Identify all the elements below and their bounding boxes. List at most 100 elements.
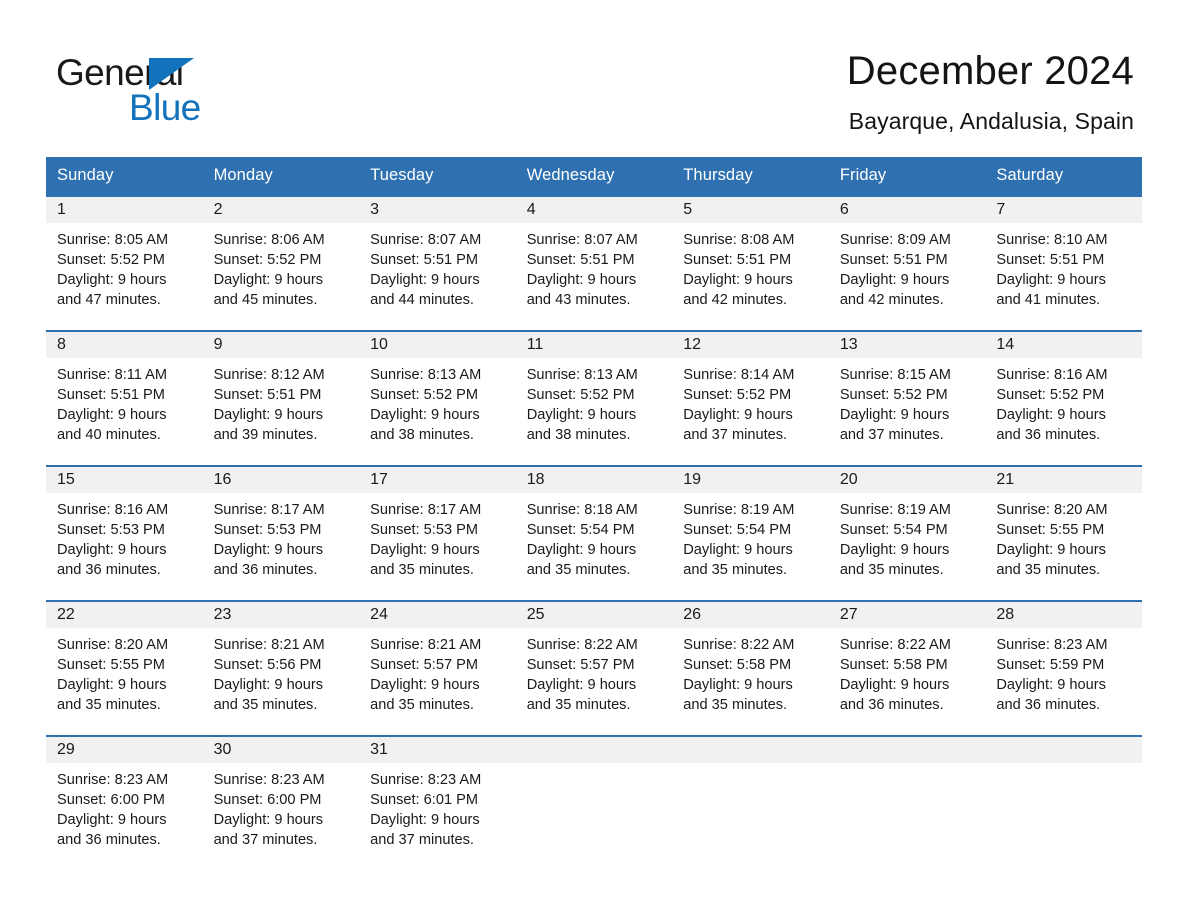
calendar-day-cell[interactable]: 25 Sunrise: 8:22 AM Sunset: 5:57 PM Dayligh… <box>515 600 673 736</box>
calendar-day-cell[interactable]: 20 Sunrise: 8:19 AM Sunset: 5:54 PM Dayligh… <box>828 465 986 601</box>
day-number: 1 <box>46 197 203 223</box>
sunset-text: Sunset: 5:56 PM <box>213 657 322 673</box>
calendar-day-cell[interactable]: 27 Sunrise: 8:22 AM Sunset: 5:58 PM Dayligh… <box>828 600 986 736</box>
calendar-day-cell[interactable]: 4 Sunrise: 8:07 AM Sunset: 5:51 PM Daylight… <box>515 195 673 331</box>
daylight-text-line1: Daylight: 9 hours <box>683 272 793 288</box>
calendar-day-cell[interactable]: 14 Sunrise: 8:16 AM Sunset: 5:52 PM Dayligh… <box>985 330 1142 466</box>
calendar-day-cell[interactable]: 1 Sunrise: 8:05 AM Sunset: 5:52 PM Daylight… <box>46 195 203 331</box>
sunrise-text: Sunrise: 8:22 AM <box>526 637 638 653</box>
daylight-text-line2: and 35 minutes. <box>370 697 474 713</box>
sunrise-text: Sunrise: 8:17 AM <box>213 502 325 518</box>
general-blue-logo[interactable]: General Blue <box>56 46 276 126</box>
calendar-day-cell-empty <box>515 735 673 866</box>
sunset-text: Sunset: 5:58 PM <box>683 657 792 673</box>
day-number: 2 <box>202 197 360 223</box>
daylight-text-line1: Daylight: 9 hours <box>526 677 637 693</box>
calendar-day-cell[interactable]: 29 Sunrise: 8:23 AM Sunset: 6:00 PM Dayligh… <box>46 735 203 866</box>
sunrise-text: Sunrise: 8:06 AM <box>213 232 325 248</box>
calendar-day-cell[interactable]: 15 Sunrise: 8:16 AM Sunset: 5:53 PM Dayligh… <box>46 465 203 601</box>
day-number <box>985 737 1142 763</box>
daylight-text-line1: Daylight: 9 hours <box>526 542 637 558</box>
sunset-text: Sunset: 5:51 PM <box>683 252 792 268</box>
daylight-text-line2: and 37 minutes. <box>683 427 788 443</box>
sunrise-text: Sunrise: 8:15 AM <box>839 367 951 383</box>
calendar-day-cell[interactable]: 13 Sunrise: 8:15 AM Sunset: 5:52 PM Dayligh… <box>828 330 986 466</box>
day-number <box>515 737 673 763</box>
daylight-text-line2: and 35 minutes. <box>683 562 788 578</box>
calendar-day-cell[interactable]: 16 Sunrise: 8:17 AM Sunset: 5:53 PM Dayligh… <box>202 465 360 601</box>
day-number: 15 <box>46 467 203 493</box>
calendar-day-cell[interactable]: 6 Sunrise: 8:09 AM Sunset: 5:51 PM Daylight… <box>828 195 986 331</box>
day-details: Sunrise: 8:20 AM Sunset: 5:55 PM Daylight:… <box>46 628 203 731</box>
calendar-day-cell[interactable]: 24 Sunrise: 8:21 AM Sunset: 5:57 PM Dayligh… <box>359 600 516 736</box>
day-details: Sunrise: 8:08 AM Sunset: 5:51 PM Daylight:… <box>672 223 829 326</box>
calendar-day-cell[interactable]: 30 Sunrise: 8:23 AM Sunset: 6:00 PM Dayligh… <box>202 735 360 866</box>
daylight-text-line2: and 37 minutes. <box>370 832 474 848</box>
calendar-week-row: 22 Sunrise: 8:20 AM Sunset: 5:55 PM Dayligh… <box>46 600 1142 736</box>
day-details: Sunrise: 8:06 AM Sunset: 5:52 PM Daylight:… <box>203 223 360 326</box>
calendar-header-row: Sunday Monday Tuesday Wednesday Thursday… <box>46 157 1142 196</box>
sunset-text: Sunset: 6:00 PM <box>213 792 322 808</box>
sunrise-text: Sunrise: 8:19 AM <box>683 502 795 518</box>
calendar-day-cell[interactable]: 26 Sunrise: 8:22 AM Sunset: 5:58 PM Dayligh… <box>672 600 829 736</box>
title-block: December 2024 Bayarque, Andalusia, Spain <box>847 46 1134 135</box>
daylight-text-line1: Daylight: 9 hours <box>213 272 324 288</box>
daylight-text-line1: Daylight: 9 hours <box>57 677 167 693</box>
calendar-day-cell[interactable]: 9 Sunrise: 8:12 AM Sunset: 5:51 PM Daylight… <box>202 330 360 466</box>
calendar-day-cell[interactable]: 21 Sunrise: 8:20 AM Sunset: 5:55 PM Dayligh… <box>985 465 1142 601</box>
calendar-day-cell[interactable]: 8 Sunrise: 8:11 AM Sunset: 5:51 PM Daylight… <box>46 330 203 466</box>
daylight-text-line2: and 42 minutes. <box>839 292 944 308</box>
day-details: Sunrise: 8:23 AM Sunset: 5:59 PM Daylight:… <box>985 628 1142 731</box>
day-details: Sunrise: 8:23 AM Sunset: 6:00 PM Daylight:… <box>46 763 203 866</box>
calendar-day-cell[interactable]: 7 Sunrise: 8:10 AM Sunset: 5:51 PM Daylight… <box>985 195 1142 331</box>
calendar-day-cell[interactable]: 19 Sunrise: 8:19 AM Sunset: 5:54 PM Dayligh… <box>672 465 829 601</box>
day-details: Sunrise: 8:09 AM Sunset: 5:51 PM Daylight:… <box>829 223 986 326</box>
sunrise-text: Sunrise: 8:13 AM <box>526 367 638 383</box>
day-number: 6 <box>828 197 986 223</box>
calendar-day-cell[interactable]: 2 Sunrise: 8:06 AM Sunset: 5:52 PM Daylight… <box>202 195 360 331</box>
calendar-page: General Blue December 2024 Bayarque, And… <box>0 0 1188 918</box>
daylight-text-line1: Daylight: 9 hours <box>370 407 480 423</box>
calendar-day-cell[interactable]: 10 Sunrise: 8:13 AM Sunset: 5:52 PM Dayligh… <box>359 330 516 466</box>
day-details: Sunrise: 8:23 AM Sunset: 6:00 PM Daylight:… <box>203 763 360 866</box>
sunset-text: Sunset: 5:54 PM <box>526 522 635 538</box>
calendar-day-cell[interactable]: 22 Sunrise: 8:20 AM Sunset: 5:55 PM Dayligh… <box>46 600 203 736</box>
sunrise-text: Sunrise: 8:21 AM <box>370 637 482 653</box>
daylight-text-line1: Daylight: 9 hours <box>996 677 1106 693</box>
calendar-day-cell[interactable]: 31 Sunrise: 8:23 AM Sunset: 6:01 PM Dayligh… <box>359 735 516 866</box>
sunset-text: Sunset: 6:00 PM <box>57 792 165 808</box>
daylight-text-line2: and 35 minutes. <box>526 697 631 713</box>
day-number: 9 <box>202 332 360 358</box>
calendar-day-cell[interactable]: 11 Sunrise: 8:13 AM Sunset: 5:52 PM Dayligh… <box>515 330 673 466</box>
day-number: 29 <box>46 737 203 763</box>
sunset-text: Sunset: 5:54 PM <box>683 522 792 538</box>
sunrise-text: Sunrise: 8:13 AM <box>370 367 482 383</box>
sunrise-text: Sunrise: 8:10 AM <box>996 232 1108 248</box>
sunrise-text: Sunrise: 8:05 AM <box>57 232 169 248</box>
day-details: Sunrise: 8:11 AM Sunset: 5:51 PM Daylight:… <box>46 358 203 461</box>
sunset-text: Sunset: 5:53 PM <box>213 522 322 538</box>
calendar-day-cell[interactable]: 17 Sunrise: 8:17 AM Sunset: 5:53 PM Dayligh… <box>359 465 516 601</box>
day-details: Sunrise: 8:20 AM Sunset: 5:55 PM Daylight:… <box>985 493 1142 596</box>
daylight-text-line2: and 36 minutes. <box>996 697 1101 713</box>
daylight-text-line1: Daylight: 9 hours <box>683 407 793 423</box>
sunset-text: Sunset: 5:51 PM <box>839 252 948 268</box>
sunrise-text: Sunrise: 8:17 AM <box>370 502 482 518</box>
sunrise-text: Sunrise: 8:20 AM <box>996 502 1108 518</box>
calendar-week-row: 8 Sunrise: 8:11 AM Sunset: 5:51 PM Daylight… <box>46 330 1142 466</box>
calendar-day-cell[interactable]: 3 Sunrise: 8:07 AM Sunset: 5:51 PM Daylight… <box>359 195 516 331</box>
daylight-text-line1: Daylight: 9 hours <box>370 272 480 288</box>
calendar-day-cell[interactable]: 28 Sunrise: 8:23 AM Sunset: 5:59 PM Dayligh… <box>985 600 1142 736</box>
calendar-day-cell[interactable]: 12 Sunrise: 8:14 AM Sunset: 5:52 PM Dayligh… <box>672 330 829 466</box>
day-number: 8 <box>46 332 203 358</box>
daylight-text-line1: Daylight: 9 hours <box>57 812 167 828</box>
sunrise-text: Sunrise: 8:20 AM <box>57 637 169 653</box>
day-number: 14 <box>985 332 1142 358</box>
daylight-text-line1: Daylight: 9 hours <box>213 812 324 828</box>
calendar-day-cell[interactable]: 23 Sunrise: 8:21 AM Sunset: 5:56 PM Dayligh… <box>202 600 360 736</box>
calendar-day-cell-empty <box>672 735 829 866</box>
calendar-day-cell[interactable]: 5 Sunrise: 8:08 AM Sunset: 5:51 PM Daylight… <box>672 195 829 331</box>
calendar-day-cell[interactable]: 18 Sunrise: 8:18 AM Sunset: 5:54 PM Dayligh… <box>515 465 673 601</box>
daylight-text-line1: Daylight: 9 hours <box>996 407 1106 423</box>
day-details: Sunrise: 8:19 AM Sunset: 5:54 PM Daylight:… <box>829 493 986 596</box>
